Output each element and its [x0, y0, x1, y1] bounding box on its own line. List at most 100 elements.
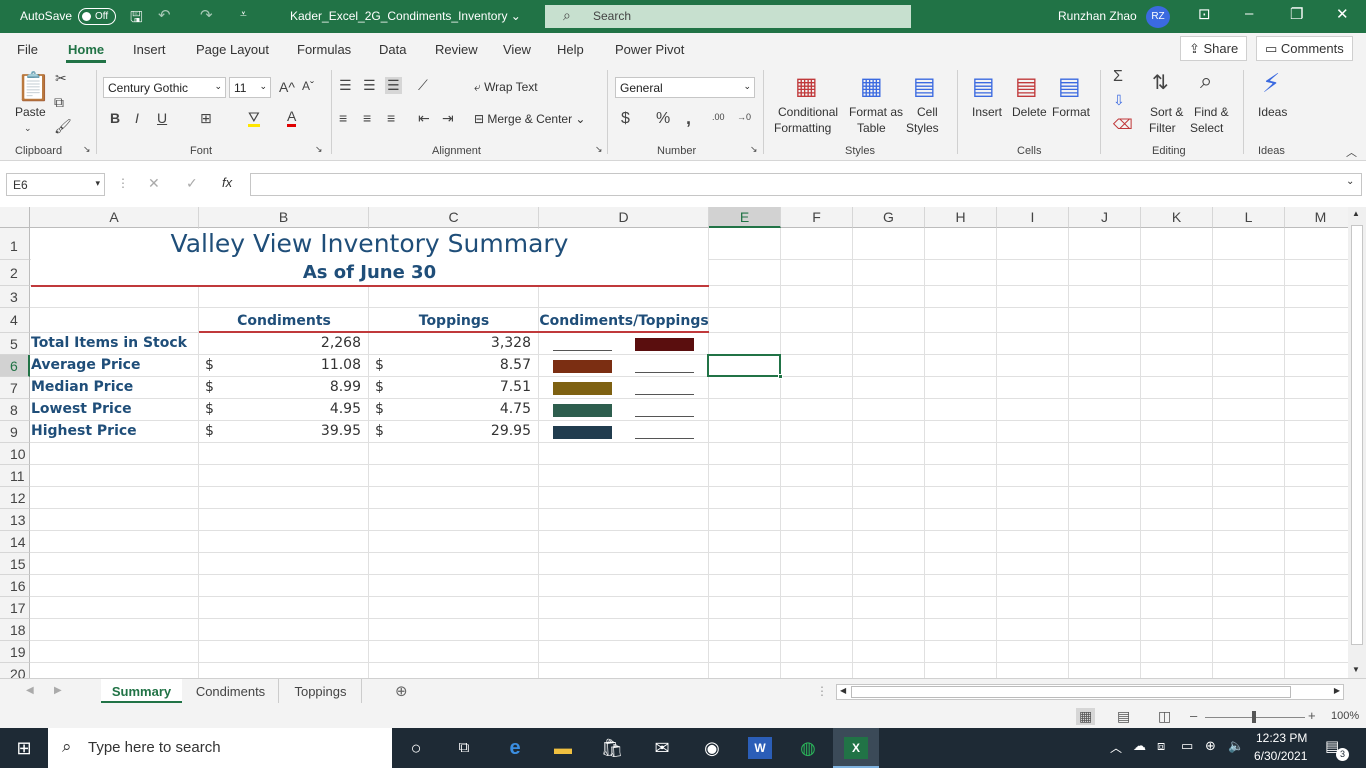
tab-help[interactable]: Help [557, 42, 584, 57]
decrease-font-icon[interactable]: Aˇ [302, 79, 314, 93]
cell-styles-line2[interactable]: Styles [906, 121, 939, 135]
column-header[interactable]: K [1141, 207, 1213, 228]
row-label[interactable]: Average Price [31, 357, 140, 373]
cell-value[interactable]: 2,268 [199, 335, 361, 351]
format-painter-icon[interactable]: 🖌 [54, 118, 72, 135]
increase-decimal-button[interactable]: .00 [712, 112, 725, 122]
vertical-scrollbar[interactable]: ▲ ▼ [1348, 207, 1366, 678]
tab-power-pivot[interactable]: Power Pivot [615, 42, 684, 57]
row-header[interactable]: 3 [0, 286, 30, 308]
find-select-line2[interactable]: Select [1190, 121, 1223, 135]
column-header[interactable]: A [30, 207, 199, 228]
tab-home[interactable]: Home [68, 42, 104, 57]
clear-icon[interactable]: ⌫ [1113, 116, 1133, 133]
name-box[interactable]: E6 ▾ [6, 173, 105, 196]
format-cells-icon[interactable]: ▤ [1058, 72, 1081, 101]
cell-styles-line1[interactable]: Cell [917, 105, 938, 119]
column-header[interactable]: D [539, 207, 709, 228]
cell-styles-icon[interactable]: ▤ [913, 72, 936, 101]
cell-value[interactable]: 8.57 [369, 357, 531, 373]
fill-icon[interactable]: ⇩ [1113, 92, 1125, 109]
find-select-icon[interactable]: ⌕ [1200, 68, 1212, 94]
minimize-icon[interactable]: – [1245, 5, 1253, 22]
number-format-dropdown[interactable]: General ⌄ [615, 77, 755, 98]
number-launcher-icon[interactable]: ↘ [750, 144, 758, 155]
conditional-formatting-line2[interactable]: Formatting [774, 121, 831, 135]
row-header[interactable]: 5 [0, 333, 30, 355]
task-view-icon[interactable]: ⧉ [452, 737, 476, 759]
zoom-slider-thumb[interactable] [1252, 711, 1256, 723]
format-as-table-line1[interactable]: Format as [849, 105, 903, 119]
row-header[interactable]: 10 [0, 443, 30, 465]
enter-icon[interactable]: ✓ [186, 175, 198, 192]
onedrive-icon[interactable]: ☁ [1133, 738, 1146, 754]
align-right-icon[interactable]: ≡ [387, 110, 395, 126]
autosave-toggle[interactable]: Off [78, 8, 116, 25]
insert-function-button[interactable]: fx [222, 175, 232, 190]
clipboard-launcher-icon[interactable]: ↘ [83, 144, 91, 155]
normal-view-icon[interactable]: ▦ [1076, 708, 1096, 725]
restore-icon[interactable]: ❐ [1290, 5, 1303, 23]
tab-insert[interactable]: Insert [133, 42, 166, 57]
worksheet-grid[interactable]: A B C D E F G H I J K L M 1 2 3 4 5 6 7 … [0, 207, 1348, 678]
cell-value[interactable]: 11.08 [199, 357, 361, 373]
cell-value[interactable]: 29.95 [369, 423, 531, 439]
zoom-out-icon[interactable]: – [1190, 708, 1197, 723]
windows-start-icon[interactable]: ⊞ [12, 737, 36, 759]
edge-icon[interactable]: e [503, 737, 527, 759]
scroll-up-icon[interactable]: ▲ [1352, 209, 1360, 218]
insert-cells-icon[interactable]: ▤ [972, 72, 995, 101]
paste-label[interactable]: Paste [15, 105, 46, 119]
underline-button[interactable]: U [157, 110, 167, 126]
font-color-icon[interactable]: A [287, 108, 297, 127]
volume-icon[interactable]: 🔈 [1228, 738, 1244, 754]
column-header[interactable]: L [1213, 207, 1285, 228]
row-header[interactable]: 6 [0, 355, 30, 377]
row-header[interactable]: 9 [0, 421, 30, 443]
row-header[interactable]: 8 [0, 399, 30, 421]
sort-filter-line1[interactable]: Sort & [1150, 105, 1183, 119]
sort-filter-line2[interactable]: Filter [1149, 121, 1176, 135]
row-header[interactable]: 15 [0, 553, 30, 575]
ideas-button[interactable]: Ideas [1258, 105, 1287, 119]
sheet-subtitle[interactable]: As of June 30 [31, 262, 708, 283]
sheet-tab-summary[interactable]: Summary [101, 679, 182, 703]
chrome-icon[interactable]: ◉ [700, 737, 724, 759]
cell-value[interactable]: 4.75 [369, 401, 531, 417]
fill-handle[interactable] [778, 374, 783, 379]
sort-filter-icon[interactable]: ⇅ [1152, 70, 1169, 95]
battery-icon[interactable]: ▭ [1181, 738, 1193, 754]
row-header[interactable]: 20 [0, 663, 30, 678]
user-name[interactable]: Runzhan Zhao [1058, 9, 1137, 23]
tab-review[interactable]: Review [435, 42, 478, 57]
conditional-formatting-icon[interactable]: ▦ [795, 72, 818, 101]
row-header[interactable]: 17 [0, 597, 30, 619]
scroll-left-icon[interactable]: ◀ [840, 686, 846, 695]
italic-button[interactable]: I [135, 110, 139, 126]
zoom-level[interactable]: 100% [1331, 710, 1359, 722]
select-all-corner[interactable] [0, 207, 30, 228]
file-name[interactable]: Kader_Excel_2G_Condiments_Inventory ⌄ [290, 9, 521, 23]
row-label[interactable]: Median Price [31, 379, 133, 395]
sheet-tab-condiments[interactable]: Condiments [183, 679, 279, 703]
sheet-tab-toppings[interactable]: Toppings [280, 679, 362, 703]
ideas-icon[interactable]: ⚡ [1262, 68, 1280, 99]
store-icon[interactable]: 🛍 [600, 737, 624, 759]
prev-sheet-icon[interactable]: ◀ [26, 685, 34, 696]
row-label[interactable]: Lowest Price [31, 401, 132, 417]
close-icon[interactable]: ✕ [1336, 5, 1349, 23]
whatsapp-icon[interactable]: ◍ [796, 737, 820, 759]
tab-file[interactable]: File [17, 42, 38, 57]
mail-icon[interactable]: ✉ [650, 737, 674, 759]
cell-value[interactable]: 3,328 [369, 335, 531, 351]
comments-button[interactable]: ▭ Comments [1256, 36, 1353, 61]
copy-icon[interactable]: ⧉ [54, 94, 64, 111]
increase-font-icon[interactable]: A^ [279, 79, 295, 95]
column-header[interactable]: G [853, 207, 925, 228]
font-name-dropdown[interactable]: Century Gothic ⌄ [103, 77, 226, 98]
tray-app-icon[interactable]: ⧈ [1157, 738, 1165, 754]
merge-center-button[interactable]: ⊟ Merge & Center ⌄ [474, 112, 585, 126]
paste-icon[interactable]: 📋 [16, 70, 51, 103]
cell-value[interactable]: 39.95 [199, 423, 361, 439]
header-condiments[interactable]: Condiments [199, 313, 369, 329]
